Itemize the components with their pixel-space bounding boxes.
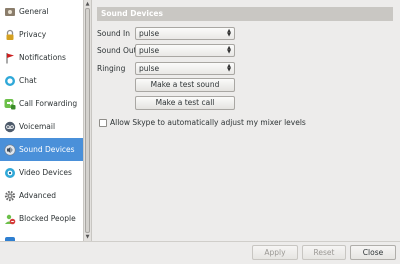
sidebar-item-label: Call Forwarding	[19, 99, 78, 108]
close-button[interactable]: Close	[350, 245, 396, 260]
blocked-icon	[3, 212, 16, 225]
sidebar-item-call-forwarding[interactable]: Call Forwarding	[0, 92, 83, 115]
gear-icon	[3, 189, 16, 202]
sidebar-item-voicemail[interactable]: Voicemail	[0, 115, 83, 138]
chat-bubble-icon	[3, 74, 16, 87]
sound-out-label: Sound Out	[97, 46, 137, 55]
sidebar-item-privacy[interactable]: Privacy	[0, 23, 83, 46]
spin-arrows-icon: ▲ ▼	[227, 45, 231, 55]
ringing-select[interactable]: pulse ▲ ▼	[135, 62, 235, 75]
webcam-icon	[3, 166, 16, 179]
section-title: Sound Devices	[97, 7, 393, 21]
sidebar-item-advanced[interactable]: Advanced	[0, 184, 83, 207]
sound-out-select[interactable]: pulse ▲ ▼	[135, 44, 235, 57]
sidebar-item-sound-devices[interactable]: Sound Devices	[0, 138, 83, 161]
settings-sidebar: General Privacy Notifications Chat Call …	[0, 0, 84, 241]
sidebar-item-label: Privacy	[19, 30, 47, 39]
sidebar-item-blocked-people[interactable]: Blocked People	[0, 207, 83, 230]
sound-in-select[interactable]: pulse ▲ ▼	[135, 27, 235, 40]
ringing-value: pulse	[139, 64, 160, 73]
general-icon	[3, 5, 16, 18]
sidebar-item-video-devices[interactable]: Video Devices	[0, 161, 83, 184]
sidebar-item-label: Voicemail	[19, 122, 56, 131]
scroll-down-icon[interactable]: ▼	[84, 233, 91, 240]
phone-forward-icon	[3, 97, 16, 110]
sidebar-item-label: Notifications	[19, 53, 66, 62]
make-test-call-button[interactable]: Make a test call	[135, 96, 235, 110]
sidebar-item-label: General	[19, 7, 49, 16]
reset-button[interactable]: Reset	[302, 245, 346, 260]
flag-icon	[3, 51, 16, 64]
sidebar-item-chat[interactable]: Chat	[0, 69, 83, 92]
sidebar-item-label: Blocked People	[19, 214, 76, 223]
sidebar-item-general[interactable]: General	[0, 0, 83, 23]
sidebar-item-label: Video Devices	[19, 168, 72, 177]
spin-arrows-icon: ▲ ▼	[227, 28, 231, 38]
sound-in-value: pulse	[139, 29, 160, 38]
sidebar-item-partial[interactable]	[0, 230, 83, 241]
auto-adjust-label[interactable]: Allow Skype to automatically adjust my m…	[110, 118, 306, 127]
apply-button[interactable]: Apply	[252, 245, 298, 260]
sidebar-item-notifications[interactable]: Notifications	[0, 46, 83, 69]
scrollbar-thumb[interactable]	[85, 8, 90, 233]
auto-adjust-checkbox[interactable]	[99, 119, 107, 127]
ringing-label: Ringing	[97, 64, 126, 73]
spin-arrows-icon: ▲ ▼	[227, 63, 231, 73]
voicemail-icon	[3, 120, 16, 133]
sound-out-value: pulse	[139, 46, 160, 55]
sidebar-item-label: Advanced	[19, 191, 57, 200]
sound-in-label: Sound In	[97, 29, 130, 38]
make-test-sound-button[interactable]: Make a test sound	[135, 78, 235, 92]
sidebar-item-label: Sound Devices	[19, 145, 75, 154]
sidebar-scrollbar[interactable]: ▲ ▼	[84, 0, 92, 241]
scroll-up-icon[interactable]: ▲	[84, 0, 91, 7]
lock-icon	[3, 28, 16, 41]
sidebar-item-label: Chat	[19, 76, 37, 85]
speaker-icon	[3, 143, 16, 156]
